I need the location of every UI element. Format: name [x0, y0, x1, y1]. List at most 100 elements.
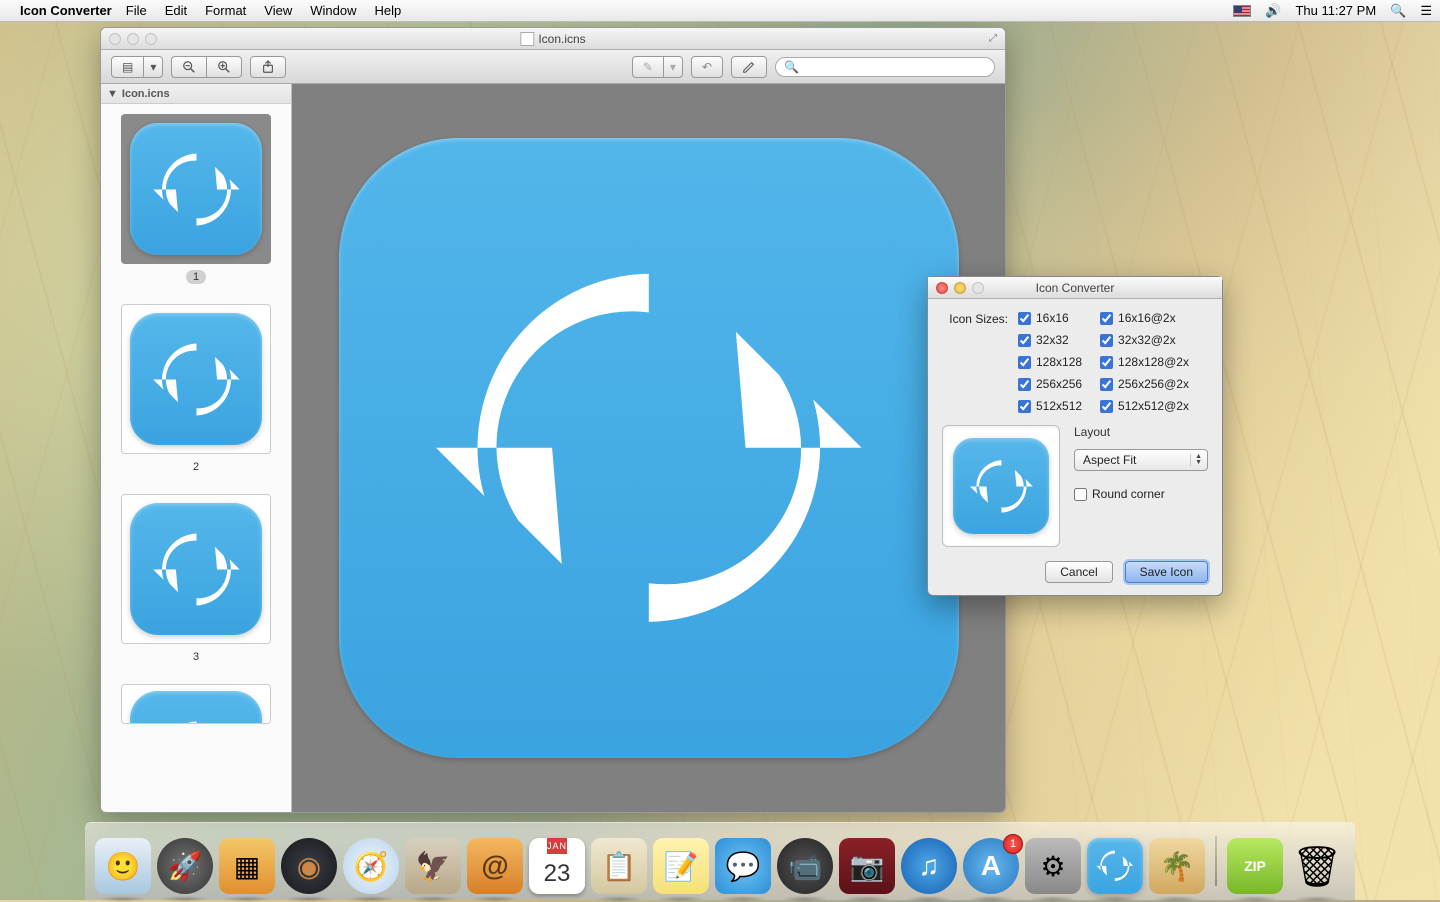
- sync-icon: [130, 503, 262, 635]
- dock-finder[interactable]: 🙂: [95, 838, 151, 894]
- appstore-icon: A: [981, 850, 1001, 882]
- layout-label: Layout: [1074, 425, 1208, 439]
- finder-icon: 🙂: [106, 850, 141, 883]
- cancel-button[interactable]: Cancel: [1045, 561, 1112, 583]
- zoom-out-icon: [182, 60, 196, 74]
- dock-calendar[interactable]: JAN 23: [529, 838, 585, 894]
- dock-mail[interactable]: 🦅: [405, 838, 461, 894]
- zoom-in-button[interactable]: [206, 56, 242, 78]
- rotate-button[interactable]: ↶: [691, 56, 723, 78]
- dock-appstore[interactable]: A: [963, 838, 1019, 894]
- size-32[interactable]: 32x32: [1018, 333, 1082, 347]
- size-512-2x[interactable]: 512x512@2x: [1100, 399, 1189, 413]
- size-256[interactable]: 256x256: [1018, 377, 1082, 391]
- sidebar-title: Icon.icns: [122, 88, 170, 100]
- save-icon-button[interactable]: Save Icon: [1125, 561, 1208, 583]
- layout-select[interactable]: Aspect Fit ▲▼: [1074, 449, 1208, 471]
- preview-titlebar[interactable]: Icon.icns ⤢: [101, 28, 1005, 50]
- minimize-traffic-light[interactable]: [954, 282, 966, 294]
- size-128-2x[interactable]: 128x128@2x: [1100, 355, 1189, 369]
- input-flag-icon[interactable]: [1233, 5, 1251, 17]
- dock-notes[interactable]: 📝: [653, 838, 709, 894]
- menu-view[interactable]: View: [264, 3, 292, 18]
- sync-icon: [130, 123, 262, 255]
- size-512[interactable]: 512x512: [1018, 399, 1082, 413]
- preview-title: Icon.icns: [520, 32, 585, 46]
- thumbnail-1[interactable]: 1: [101, 114, 291, 284]
- dock-reminders[interactable]: 📋: [591, 838, 647, 894]
- zoom-traffic-light[interactable]: [145, 33, 157, 45]
- dashboard-icon: ◉: [297, 850, 321, 883]
- icon-sizes-label: Icon Sizes:: [942, 311, 1008, 413]
- close-traffic-light[interactable]: [936, 282, 948, 294]
- thumbnail-list[interactable]: 1 2 3: [101, 104, 291, 812]
- dock-safari[interactable]: 🧭: [343, 838, 399, 894]
- dock-preferences[interactable]: ⚙: [1025, 838, 1081, 894]
- disclosure-icon: ▼: [107, 88, 118, 100]
- markup-button[interactable]: [731, 56, 767, 78]
- thumbnail-label: 3: [186, 650, 206, 664]
- menu-file[interactable]: File: [126, 3, 147, 18]
- dock-icon-converter[interactable]: [1087, 838, 1143, 894]
- contacts-icon: @: [481, 850, 508, 882]
- volume-icon[interactable]: 🔊: [1265, 3, 1281, 19]
- calendar-day: 23: [544, 854, 571, 894]
- facetime-icon: 📹: [788, 850, 823, 883]
- menu-help[interactable]: Help: [374, 3, 401, 18]
- select-stepper-icon: ▲▼: [1190, 454, 1202, 466]
- search-input[interactable]: [803, 61, 986, 73]
- dock-messages[interactable]: 💬: [715, 838, 771, 894]
- dock-iphoto[interactable]: 🌴: [1149, 838, 1205, 894]
- spotlight-icon[interactable]: 🔍: [1390, 3, 1406, 19]
- size-32-2x[interactable]: 32x32@2x: [1100, 333, 1189, 347]
- dock-trash[interactable]: 🗑: [1289, 838, 1345, 894]
- dock-contacts[interactable]: @: [467, 838, 523, 894]
- size-256-2x[interactable]: 256x256@2x: [1100, 377, 1189, 391]
- thumbnail-3[interactable]: 3: [101, 494, 291, 664]
- sync-icon: [130, 313, 262, 445]
- icon-preview-box[interactable]: [942, 425, 1060, 547]
- dock-dashboard[interactable]: ◉: [281, 838, 337, 894]
- dock-itunes[interactable]: ♫: [901, 838, 957, 894]
- menubar-clock[interactable]: Thu 11:27 PM: [1295, 3, 1376, 18]
- dock-photobooth[interactable]: 📷: [839, 838, 895, 894]
- sidebar-mode-dropdown[interactable]: ▾: [143, 56, 163, 78]
- thumbnail-2[interactable]: 2: [101, 304, 291, 474]
- thumbnail-4[interactable]: [101, 684, 291, 724]
- calendar-month: JAN: [547, 838, 567, 854]
- icon-preview-large: [339, 138, 959, 758]
- round-corner-checkbox[interactable]: Round corner: [1074, 487, 1208, 501]
- preview-canvas[interactable]: [292, 84, 1005, 812]
- fullscreen-icon[interactable]: ⤢: [989, 33, 997, 44]
- search-field[interactable]: 🔍: [775, 57, 995, 77]
- minimize-traffic-light[interactable]: [127, 33, 139, 45]
- notification-center-icon[interactable]: ☰: [1420, 3, 1432, 19]
- menu-window[interactable]: Window: [310, 3, 356, 18]
- highlight-button[interactable]: ✎: [632, 56, 663, 78]
- messages-icon: 💬: [726, 850, 761, 883]
- mail-icon: 🦅: [416, 850, 451, 883]
- dock-mission-control[interactable]: ▦: [219, 838, 275, 894]
- zoom-out-button[interactable]: [171, 56, 206, 78]
- menu-edit[interactable]: Edit: [165, 3, 187, 18]
- size-16[interactable]: 16x16: [1018, 311, 1082, 325]
- dock-facetime[interactable]: 📹: [777, 838, 833, 894]
- sync-icon: [130, 691, 262, 724]
- share-button[interactable]: [250, 56, 286, 78]
- itunes-icon: ♫: [919, 850, 940, 882]
- app-name-menu[interactable]: Icon Converter: [20, 3, 112, 18]
- size-16-2x[interactable]: 16x16@2x: [1100, 311, 1189, 325]
- highlight-dropdown[interactable]: ▾: [663, 56, 683, 78]
- document-proxy-icon[interactable]: [520, 32, 534, 46]
- dock-launchpad[interactable]: 🚀: [157, 838, 213, 894]
- converter-titlebar[interactable]: Icon Converter: [928, 277, 1222, 299]
- icon-converter-window: Icon Converter Icon Sizes: 16x16 32x32 1…: [927, 276, 1223, 596]
- dock-archive[interactable]: ZIP: [1227, 838, 1283, 894]
- close-traffic-light[interactable]: [109, 33, 121, 45]
- menu-format[interactable]: Format: [205, 3, 246, 18]
- size-128[interactable]: 128x128: [1018, 355, 1082, 369]
- sidebar-toggle-button[interactable]: ▤: [111, 56, 143, 78]
- zoom-traffic-light[interactable]: [972, 282, 984, 294]
- safari-icon: 🧭: [354, 850, 389, 883]
- sidebar-header[interactable]: ▼ Icon.icns: [101, 84, 291, 104]
